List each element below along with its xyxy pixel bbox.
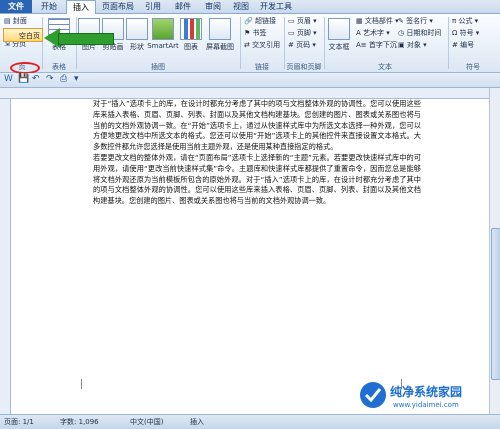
divider [240, 17, 241, 69]
tab-page-layout[interactable]: 页面布局 [98, 0, 138, 13]
footer-button[interactable]: ▭ 页脚 ▾ [288, 29, 317, 38]
hyperlink-button[interactable]: 🔗 超链接 [244, 17, 276, 26]
tab-home[interactable]: 开始 [36, 0, 62, 13]
customize-icon[interactable]: ▾ [74, 74, 79, 84]
tab-file[interactable]: 文件 [0, 0, 32, 13]
smartart-button[interactable]: SmartArt [147, 18, 179, 50]
text-group-label: 文本 [378, 63, 392, 71]
header-footer-group-label: 页眉和页脚 [286, 63, 322, 71]
divider [42, 17, 43, 69]
cover-page-button[interactable]: ▤ 封面 [4, 17, 27, 26]
tab-review[interactable]: 审阅 [200, 0, 226, 13]
tab-insert[interactable]: 插入 [66, 0, 96, 15]
screenshot-button[interactable]: 屏幕截图 [203, 18, 237, 52]
vertical-scrollbar[interactable] [489, 88, 500, 414]
signature-button[interactable]: ✎ 签名行 ▾ [398, 17, 433, 26]
vertical-ruler[interactable] [0, 99, 11, 414]
undo-icon[interactable]: ↶ [32, 74, 40, 84]
svg-text:www.yidaimei.com: www.yidaimei.com [393, 401, 459, 409]
print-icon[interactable]: ⎙ [60, 74, 67, 84]
quickparts-button[interactable]: ▦ 文档部件 ▾ [356, 17, 399, 26]
crop-mark [81, 379, 92, 389]
textbox-icon [328, 18, 350, 40]
paragraph[interactable]: 对于“插入”选项卡上的库，在设计时都充分考虑了其中的项与文档整体外观的协调性。您… [93, 99, 421, 153]
illustrations-group-label: 插图 [151, 63, 165, 71]
chart-button[interactable]: 图表 [180, 18, 202, 52]
symbols-group-label: 符号 [466, 63, 480, 71]
chart-icon [180, 18, 202, 40]
tab-developer[interactable]: 开发工具 [256, 0, 296, 13]
tab-mailings[interactable]: 邮件 [170, 0, 196, 13]
document-body[interactable]: 对于“插入”选项卡上的库，在设计时都充分考虑了其中的项与文档整体外观的协调性。您… [93, 99, 421, 207]
document-area[interactable]: 对于“插入”选项卡上的库，在设计时都充分考虑了其中的项与文档整体外观的协调性。您… [11, 99, 489, 414]
number-button[interactable]: # 编号 [452, 41, 474, 50]
status-bar: 页面: 1/1 字数: 1,096 中文(中国) 插入 [0, 414, 500, 429]
tab-view[interactable]: 视图 [228, 0, 254, 13]
bookmark-button[interactable]: ⚑ 书签 [244, 29, 267, 38]
page-number-button[interactable]: # 页码 ▾ [288, 41, 316, 50]
crossref-button[interactable]: ⇄ 交叉引用 [244, 41, 280, 50]
ribbon-tabs: 文件 开始 插入 页面布局 引用 邮件 审阅 视图 开发工具 [0, 0, 500, 15]
word-icon[interactable]: W [4, 74, 13, 84]
wordart-button[interactable]: A 艺术字 ▾ [356, 29, 390, 38]
quick-access-toolbar: W 💾 ↶ ↷ ⎙ ▾ [0, 73, 500, 88]
equation-button[interactable]: π 公式 ▾ [452, 17, 478, 26]
links-group-label: 链接 [255, 63, 269, 71]
site-logo: 纯净系统家园 www.yidaimei.com [360, 382, 462, 409]
divider [284, 17, 285, 69]
object-button[interactable]: ▣ 对象 ▾ [398, 41, 427, 50]
scrollbar-thumb[interactable] [491, 228, 500, 380]
screenshot-icon [209, 18, 231, 40]
annotation-arrow-body [58, 33, 114, 45]
header-button[interactable]: ▭ 页眉 ▾ [288, 17, 317, 26]
shapes-button[interactable]: 形状 [126, 18, 148, 52]
horizontal-ruler[interactable] [0, 88, 500, 99]
datetime-button[interactable]: ◷ 日期和时间 [398, 29, 441, 38]
tab-references[interactable]: 引用 [140, 0, 166, 13]
redo-icon[interactable]: ↷ [46, 74, 54, 84]
svg-text:纯净系统家园: 纯净系统家园 [390, 384, 462, 399]
language[interactable]: 中文(中国) [130, 415, 163, 429]
save-icon[interactable]: 💾 [18, 74, 29, 84]
dropcap-button[interactable]: A≡ 首字下沉 ▾ [356, 41, 403, 50]
word-count[interactable]: 字数: 1,096 [60, 415, 99, 429]
blank-page-button[interactable]: 空白页 [3, 28, 43, 42]
paragraph[interactable]: 若要更改文档的整体外观，请在“页面布局”选项卡上选择新的“主题”元素。若要更改快… [93, 153, 421, 207]
smartart-icon [152, 18, 174, 40]
divider [324, 17, 325, 69]
insert-mode[interactable]: 插入 [190, 415, 204, 429]
textbox-button[interactable]: 文本框 [326, 18, 352, 52]
divider [448, 17, 449, 69]
symbol-button[interactable]: Ω 符号 ▾ [452, 29, 479, 38]
tables-group-label: 表格 [52, 63, 66, 71]
shapes-icon [126, 18, 148, 40]
page-count[interactable]: 页面: 1/1 [4, 415, 34, 429]
